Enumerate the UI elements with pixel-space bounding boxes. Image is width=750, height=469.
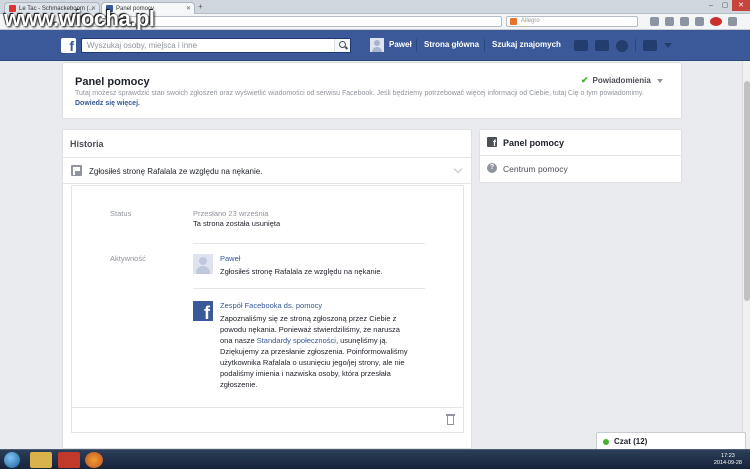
notifications-globe-icon[interactable] (616, 39, 628, 52)
message-line: Zapoznaliśmy się ze stroną zgłoszoną prz… (220, 314, 397, 323)
divider (193, 288, 425, 289)
status-date: Przesłano 23 września (193, 209, 269, 218)
divider (635, 39, 636, 52)
maximize-icon[interactable]: ▢ (718, 0, 732, 11)
account-menu-caret-icon[interactable] (664, 43, 672, 48)
browser-toolbar-icons (650, 17, 737, 26)
facebook-team-avatar-icon: f (193, 301, 213, 321)
avatar[interactable] (370, 38, 384, 52)
activity-message: Zapoznaliśmy się ze stroną zgłoszoną prz… (220, 313, 408, 390)
online-status-icon (603, 439, 609, 445)
search-icon[interactable] (334, 39, 350, 52)
app-icon[interactable] (58, 452, 80, 468)
window-controls: – ▢ ✕ (704, 0, 750, 11)
facebook-icon: f (487, 137, 497, 147)
status-value: Ta strona została usunięta (193, 219, 281, 228)
windows-taskbar: 17:23 2014-09-28 (0, 449, 750, 469)
facebook-top-bar: f Wyszukaj osoby, miejsca i inne Paweł S… (0, 30, 750, 61)
nav-profile-link[interactable]: Paweł (389, 40, 412, 49)
bookmarks-icon[interactable] (665, 17, 674, 26)
watermark-logo: www.wiocha.pl (4, 6, 155, 31)
status-label: Status (110, 209, 132, 218)
page-description: Tutaj możesz sprawdzić stan swoich zgłos… (75, 89, 665, 109)
report-title[interactable]: Zgłosiłeś stronę Rafalala ze względu na … (89, 167, 262, 176)
community-standards-link[interactable]: Standardy społeczności (257, 336, 336, 345)
notifications-dropdown[interactable]: ✔ Powiadomienia (581, 75, 663, 86)
divider (480, 155, 681, 156)
divider (72, 407, 463, 408)
adblock-icon[interactable] (710, 17, 722, 26)
message-line: ona nasze Standardy społeczności, usunęl… (220, 335, 408, 346)
message-line: powodu nękania. Ponieważ stwierdziliśmy,… (220, 325, 400, 334)
sidebar-title[interactable]: Panel pomocy (503, 138, 564, 148)
file-explorer-icon[interactable] (30, 452, 52, 468)
message-line: zgłoszenie. (220, 380, 258, 389)
divider (484, 39, 485, 52)
messages-icon[interactable] (595, 40, 609, 51)
sidebar-item-help-center[interactable]: Centrum pomocy (503, 164, 568, 174)
history-title: Historia (70, 139, 104, 149)
notifications-label: Powiadomienia (592, 76, 651, 85)
facebook-logo-icon[interactable]: f (61, 38, 76, 53)
search-engine-icon (510, 18, 517, 25)
download-icon[interactable] (680, 17, 689, 26)
message-line: użytkownika Rafalala o usunięciu jego/je… (220, 358, 405, 367)
home-icon[interactable] (695, 17, 704, 26)
new-tab-icon[interactable]: + (198, 2, 203, 11)
close-tab-icon[interactable]: ✕ (186, 5, 191, 12)
activity-text: Zgłosiłeś stronę Rafalala ze względu na … (220, 267, 383, 276)
page-title: Panel pomocy (75, 76, 150, 88)
avatar (193, 254, 213, 274)
search-placeholder: Wyszukaj osoby, miejsca i inne (87, 41, 198, 50)
chevron-down-icon (656, 78, 663, 83)
report-flag-icon (71, 165, 82, 176)
bookmark-star-icon[interactable] (650, 17, 659, 26)
firefox-icon[interactable] (85, 452, 103, 468)
learn-more-link[interactable]: Dowiedz się więcej. (75, 100, 140, 107)
friend-requests-icon[interactable] (574, 40, 588, 51)
clock-time: 17:23 (721, 453, 735, 459)
chat-bar[interactable]: Czat (12) (596, 432, 746, 449)
message-line: podaliśmy imienia i nazwiska osoby, któr… (220, 369, 391, 378)
facebook-search-input[interactable]: Wyszukaj osoby, miejsca i inne (81, 38, 351, 53)
message-line: Dziękujemy za przesłanie zgłoszenia. Poi… (220, 347, 408, 356)
divider (63, 157, 471, 158)
description-text: Tutaj możesz sprawdzić stan swoich zgłos… (75, 90, 644, 97)
browser-search-input[interactable]: Allegro (506, 16, 638, 27)
windows-start-icon[interactable] (4, 452, 20, 468)
scrollbar-thumb[interactable] (744, 81, 750, 301)
chat-label: Czat (12) (614, 437, 648, 446)
menu-icon[interactable] (728, 17, 737, 26)
window-close-icon[interactable]: ✕ (732, 0, 750, 11)
checkmark-icon: ✔ (581, 75, 589, 85)
divider (416, 39, 417, 52)
help-question-icon: ? (487, 163, 497, 173)
system-clock[interactable]: 17:23 2014-09-28 (714, 453, 742, 467)
message-text: ona nasze (220, 336, 255, 345)
page-scrollbar[interactable] (742, 61, 750, 448)
activity-label: Aktywność (110, 254, 146, 263)
clock-date: 2014-09-28 (713, 460, 742, 466)
minimize-icon[interactable]: – (704, 0, 718, 11)
privacy-shortcuts-icon[interactable] (643, 40, 657, 51)
divider (193, 243, 425, 244)
nav-home-link[interactable]: Strona główna (424, 40, 479, 49)
activity-author-link[interactable]: Paweł (220, 254, 240, 263)
activity-author-link[interactable]: Zespół Facebooka ds. pomocy (220, 301, 322, 310)
nav-find-friends-link[interactable]: Szukaj znajomych (492, 40, 561, 49)
search-placeholder: Allegro (521, 18, 540, 24)
facebook-notification-icons (574, 39, 672, 52)
divider (63, 183, 471, 184)
message-text: , usunęliśmy ją. (335, 336, 388, 345)
trash-icon[interactable] (446, 414, 455, 425)
